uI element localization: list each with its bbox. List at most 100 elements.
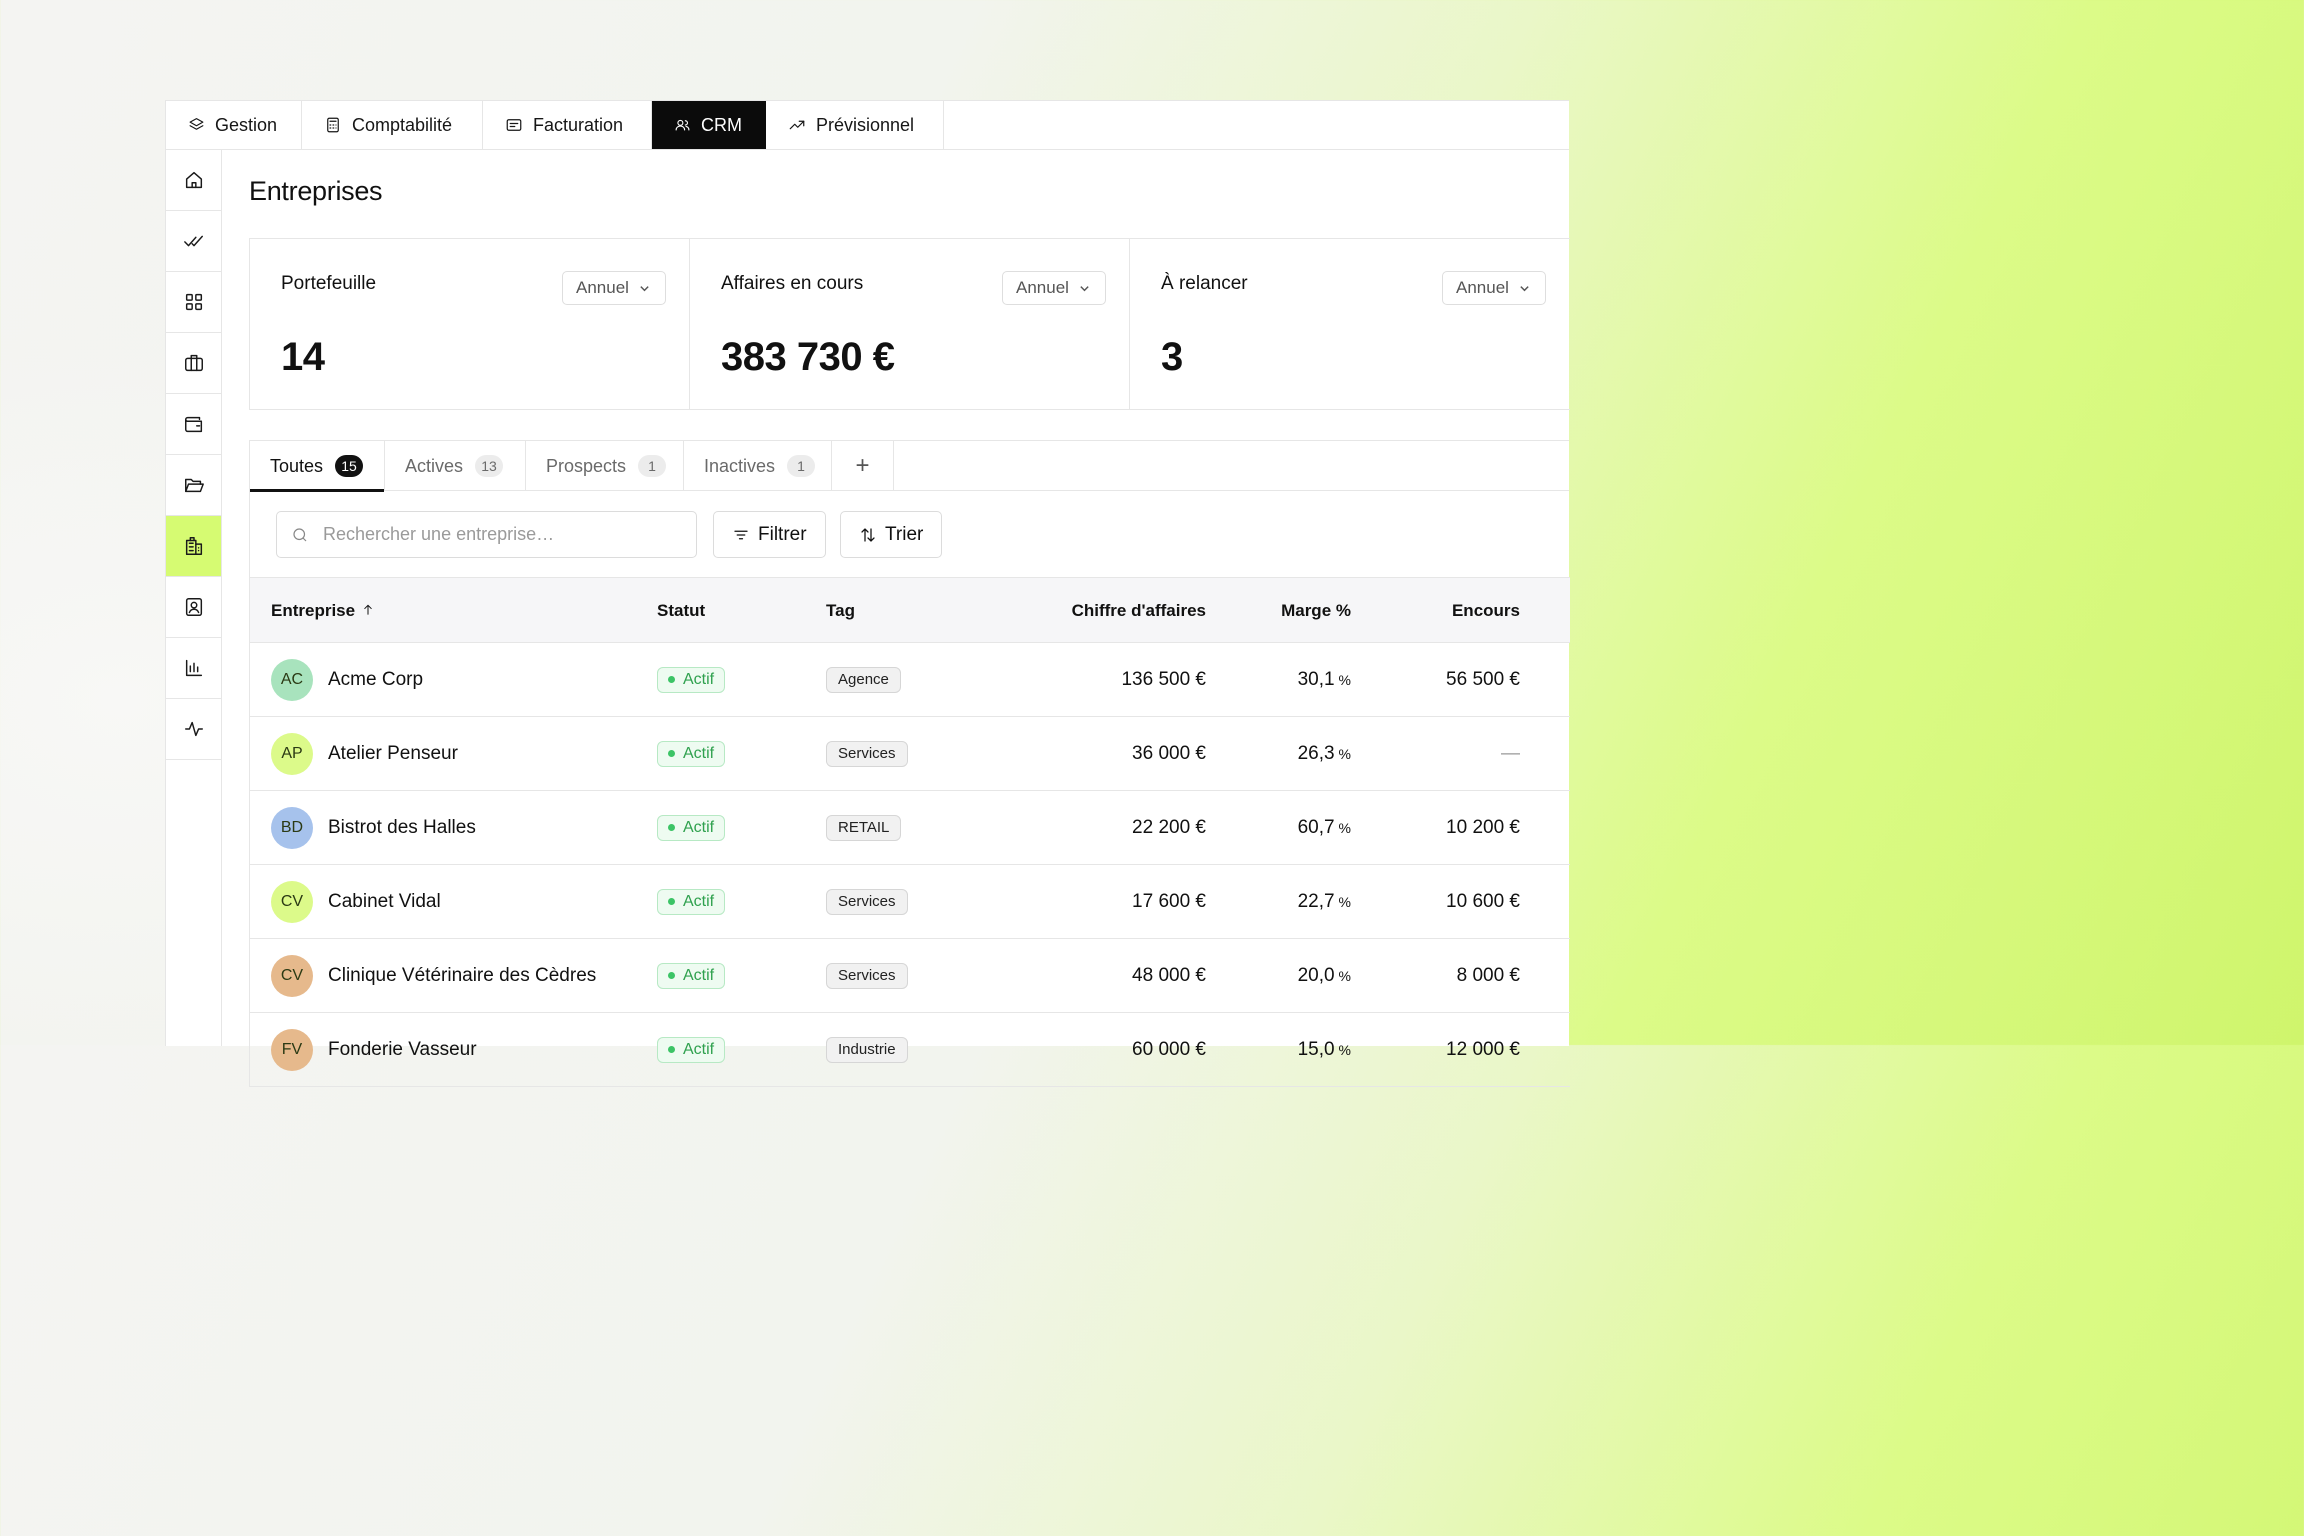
table-row[interactable]: CV Clinique Vétérinaire des Cèdres Actif Se… (250, 939, 1570, 1013)
sidebar-item-portfolio[interactable] (166, 333, 221, 394)
tab-prévisionnel[interactable]: Prévisionnel (766, 101, 944, 149)
tab-facturation[interactable]: Facturation (483, 101, 652, 149)
period-select[interactable]: Annuel (562, 271, 666, 305)
company-name[interactable]: Clinique Vétérinaire des Cèdres (328, 965, 596, 987)
tab-label: Comptabilité (352, 114, 453, 135)
outstanding-cell: 12 000 € (1446, 1038, 1520, 1060)
margin-value: 60,7 (1297, 816, 1335, 838)
sidebar-item-contacts[interactable] (166, 577, 221, 638)
table-row[interactable]: CV Cabinet Vidal Actif Services 17 600 € 22,7… (250, 865, 1570, 939)
search-input[interactable] (321, 523, 685, 546)
margin-cell: 26,3% (1298, 717, 1351, 790)
revenue-cell: 22 200 € (1132, 816, 1206, 838)
tab-gestion[interactable]: Gestion (166, 101, 302, 149)
filter-tab-inactives[interactable]: Inactives 1 (684, 441, 832, 491)
company-cell: AC Acme Corp (271, 643, 423, 716)
margin-value: 20,0 (1297, 964, 1335, 986)
search-box[interactable] (276, 511, 697, 558)
page-title: Entreprises (249, 176, 383, 206)
kpi-value: 14 (281, 335, 325, 379)
status-label: Actif (683, 670, 715, 688)
table-row[interactable]: BD Bistrot des Halles Actif RETAIL 22 200 € 6… (250, 791, 1570, 865)
column-header-outstanding[interactable]: Encours (1452, 601, 1520, 621)
filter-tab-label: Inactives (704, 455, 776, 476)
column-header-revenue[interactable]: Chiffre d'affaires (1072, 601, 1206, 621)
tag-cell: Services (826, 717, 908, 790)
chevron-down-icon (1520, 285, 1529, 291)
grid-icon (185, 293, 202, 311)
tag-badge: Agence (826, 666, 901, 693)
column-header-tag[interactable]: Tag (826, 601, 855, 621)
margin-cell: 22,7% (1298, 865, 1351, 938)
tag-badge: Industrie (826, 1036, 908, 1063)
kpi-value: 3 (1161, 335, 1183, 379)
company-cell: FV Fonderie Vasseur (271, 1013, 477, 1086)
avatar: CV (271, 880, 313, 923)
margin-cell: 60,7% (1298, 791, 1351, 864)
sidebar-item-tasks[interactable] (166, 211, 221, 272)
filter-icon (734, 530, 748, 539)
sidebar-item-folders[interactable] (166, 455, 221, 516)
tag-cell: Services (826, 939, 908, 1012)
receipt-icon (506, 119, 522, 131)
margin-cell: 15,0% (1298, 1013, 1351, 1086)
add-filter-tab-button[interactable]: + (832, 441, 894, 491)
sidebar-item-apps[interactable] (166, 272, 221, 333)
sidebar-item-activity[interactable] (166, 699, 221, 760)
column-header-company[interactable]: Entreprise (271, 601, 375, 621)
status-dot (668, 898, 675, 905)
briefcase-icon (184, 354, 203, 372)
status-dot (668, 972, 675, 979)
company-name[interactable]: Bistrot des Halles (328, 817, 476, 839)
period-select[interactable]: Annuel (1442, 271, 1546, 305)
tag-cell: Services (826, 865, 908, 938)
status-cell: Actif (657, 717, 726, 790)
sidebar-item-home[interactable] (166, 150, 221, 211)
status-badge: Actif (657, 666, 726, 693)
status-dot (668, 750, 675, 757)
sort-button[interactable]: Trier (840, 511, 943, 558)
sidebar-item-companies[interactable] (166, 516, 221, 577)
count-badge: 1 (638, 455, 667, 477)
margin-value: 15,0 (1297, 1038, 1335, 1060)
company-name[interactable]: Cabinet Vidal (328, 891, 441, 913)
table-row[interactable]: FV Fonderie Vasseur Actif Industrie 60 000 €… (250, 1013, 1570, 1087)
filter-tab-label: Actives (405, 455, 464, 476)
percent-sign: % (1338, 1041, 1351, 1058)
filter-tab-toutes[interactable]: Toutes 15 (250, 441, 385, 492)
tab-label: Prévisionnel (816, 114, 915, 135)
table-row[interactable]: AP Atelier Penseur Actif Services 36 000 € 26… (250, 717, 1570, 791)
avatar: FV (271, 1028, 313, 1071)
margin-value: 22,7 (1297, 890, 1335, 912)
status-label: Actif (683, 892, 715, 910)
sidebar-item-reports[interactable] (166, 638, 221, 699)
count-badge: 1 (787, 455, 816, 477)
filter-tab-actives[interactable]: Actives 13 (385, 441, 526, 491)
filter-button[interactable]: Filtrer (713, 511, 826, 558)
sidebar-item-wallet[interactable] (166, 394, 221, 455)
table-toolbar: Filtrer Trier (249, 491, 1570, 577)
kpi-card: Portefeuille Annuel 14 (250, 239, 690, 409)
status-label: Actif (683, 818, 715, 836)
main-content: Entreprises Portefeuille Annuel 14 Affaires… (222, 150, 1570, 1087)
filter-tab-prospects[interactable]: Prospects 1 (526, 441, 684, 491)
tab-comptabilité[interactable]: Comptabilité (302, 101, 483, 149)
period-select[interactable]: Annuel (1002, 271, 1106, 305)
table-row[interactable]: AC Acme Corp Actif Agence 136 500 € 30,1% 56 5… (250, 643, 1570, 717)
kpi-value: 383 730 € (721, 335, 895, 379)
company-name[interactable]: Acme Corp (328, 669, 423, 691)
kpi-card: À relancer Annuel 3 (1130, 239, 1570, 409)
outstanding-cell: 56 500 € (1446, 668, 1520, 690)
table-header: Entreprise Statut Tag Chiffre d'affaires… (250, 578, 1570, 643)
count-badge: 13 (475, 455, 504, 477)
tab-crm[interactable]: CRM (652, 101, 766, 149)
company-name[interactable]: Fonderie Vasseur (328, 1039, 477, 1061)
status-cell: Actif (657, 791, 726, 864)
column-header-margin[interactable]: Marge % (1281, 601, 1351, 621)
sidebar (166, 150, 222, 1046)
column-header-status[interactable]: Statut (657, 601, 705, 621)
chevron-down-icon (1080, 285, 1089, 291)
company-name[interactable]: Atelier Penseur (328, 743, 458, 765)
status-badge: Actif (657, 740, 726, 767)
layers-icon (189, 118, 204, 130)
